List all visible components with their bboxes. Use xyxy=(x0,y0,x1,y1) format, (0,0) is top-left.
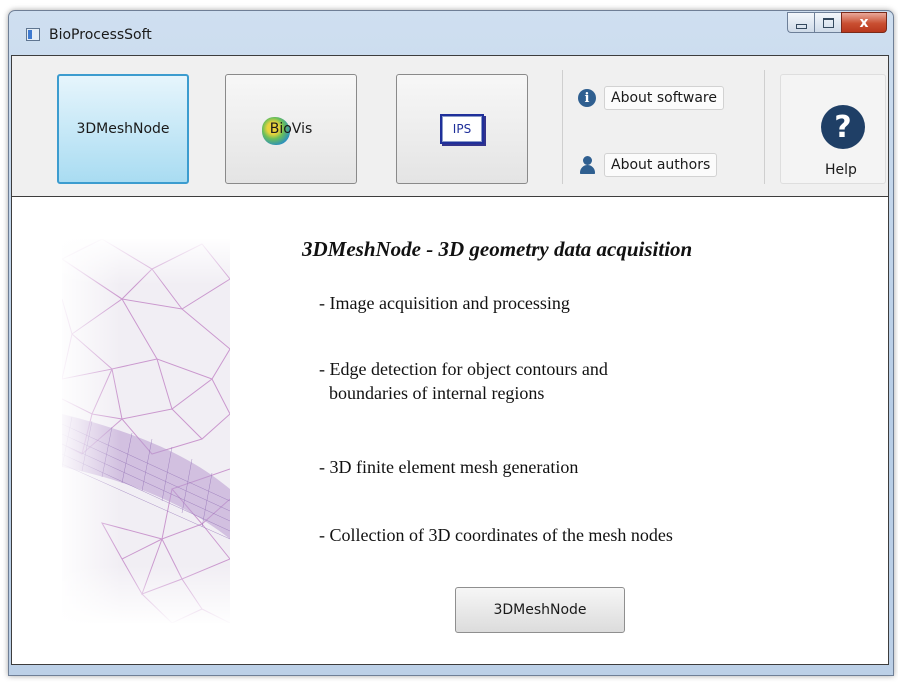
maximize-icon xyxy=(822,17,834,28)
mesh-module-button[interactable]: 3DMeshNode xyxy=(57,74,189,184)
ips-module-button[interactable]: IPS xyxy=(396,74,528,184)
feature-item: boundaries of internal regions xyxy=(329,383,545,403)
toolbar-divider xyxy=(562,70,563,184)
toolbar-divider xyxy=(764,70,765,184)
minimize-icon xyxy=(795,23,807,29)
feature-item: - Image acquisition and processing xyxy=(319,293,570,313)
maximize-button[interactable] xyxy=(814,12,841,33)
help-label: Help xyxy=(825,162,857,178)
window-controls: x xyxy=(787,12,887,34)
ips-icon: IPS xyxy=(440,114,484,144)
feature-item: - 3D finite element mesh generation xyxy=(319,457,579,477)
title-bar[interactable]: BioProcessSoft x xyxy=(9,11,893,51)
ips-module-label: IPS xyxy=(452,122,472,136)
app-icon xyxy=(26,28,40,41)
launch-mesh-module-label: 3DMeshNode xyxy=(493,602,587,618)
about-software-button[interactable]: i About software xyxy=(578,83,724,113)
close-icon: x xyxy=(859,14,869,31)
about-software-label: About software xyxy=(604,86,724,110)
help-icon: ? xyxy=(821,105,865,149)
about-authors-button[interactable]: About authors xyxy=(578,150,718,180)
module-description-panel: 3DMeshNode - 3D geometry data acquisitio… xyxy=(11,197,889,665)
biovis-module-label: BioVis xyxy=(269,121,313,137)
module-toolbar: 3DMeshNode BioVis IPS i About software A… xyxy=(11,55,889,197)
window-title: BioProcessSoft xyxy=(49,27,152,43)
feature-item: - Edge detection for object contours and xyxy=(319,359,608,379)
help-button[interactable]: ? Help xyxy=(780,74,886,184)
module-heading: 3DMeshNode - 3D geometry data acquisitio… xyxy=(302,237,693,261)
mesh-module-label: 3DMeshNode xyxy=(76,121,170,137)
person-icon xyxy=(578,155,596,175)
close-button[interactable]: x xyxy=(841,12,887,33)
launch-mesh-module-button[interactable]: 3DMeshNode xyxy=(455,587,625,633)
biovis-module-button[interactable]: BioVis xyxy=(225,74,357,184)
feature-item: - Collection of 3D coordinates of the me… xyxy=(319,525,673,545)
mesh-illustration xyxy=(62,239,230,623)
minimize-button[interactable] xyxy=(787,12,814,33)
info-icon: i xyxy=(578,89,596,107)
about-authors-label: About authors xyxy=(604,153,718,177)
app-window: BioProcessSoft x 3DMeshNode BioVis IPS i… xyxy=(8,10,894,676)
